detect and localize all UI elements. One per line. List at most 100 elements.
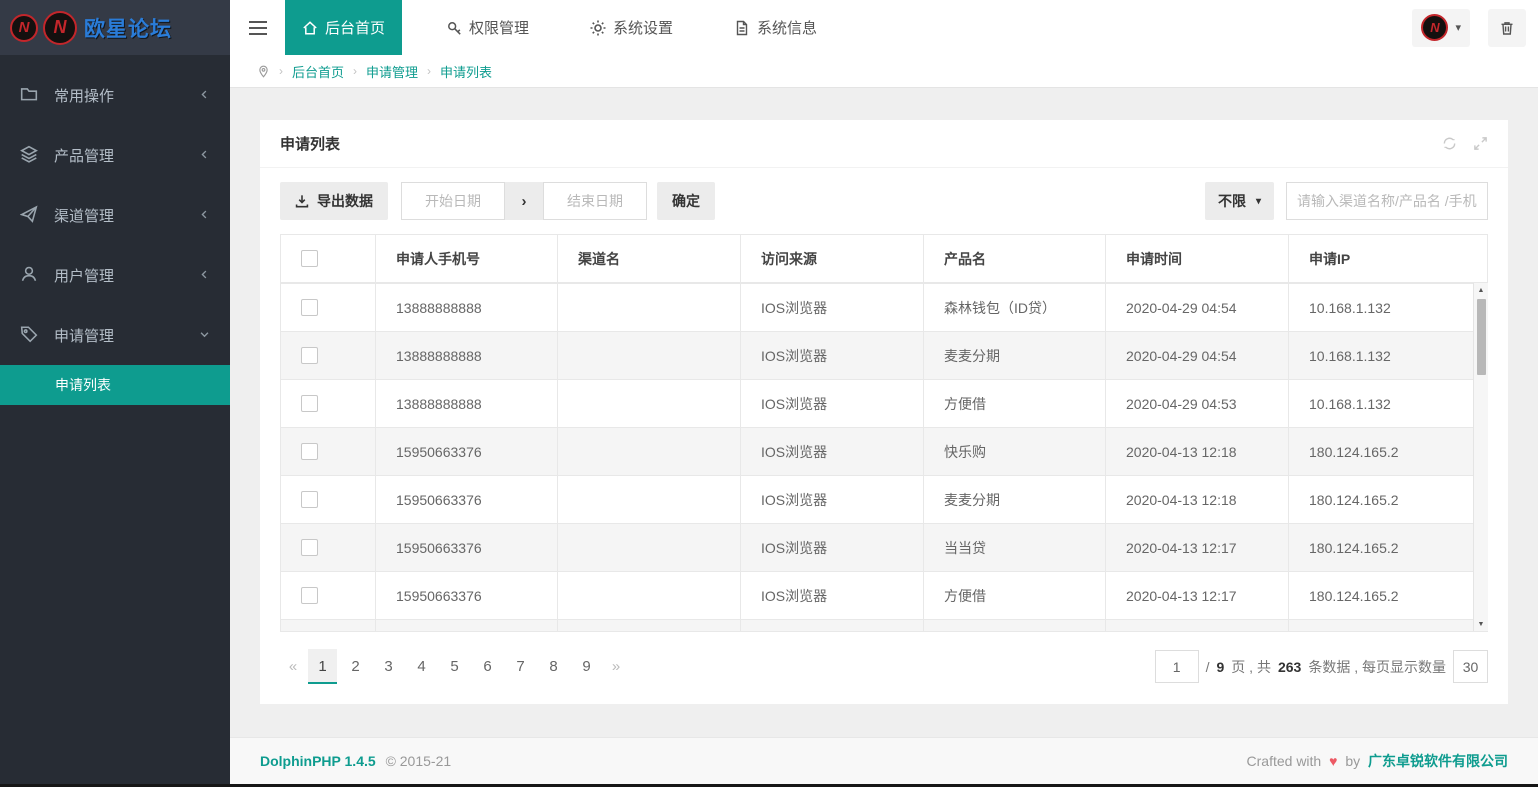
end-date-input[interactable]	[543, 182, 647, 220]
cell-source: IOS浏览器	[741, 476, 924, 524]
hamburger-icon	[249, 21, 267, 35]
cell-product: 方便借	[924, 572, 1106, 620]
sidebar-item-label: 渠道管理	[54, 205, 114, 226]
vertical-scrollbar[interactable]: ▲ ▼	[1473, 283, 1488, 631]
scroll-down-arrow-icon[interactable]: ▼	[1474, 617, 1488, 631]
row-checkbox[interactable]	[301, 443, 318, 460]
sidebar-item-products[interactable]: 产品管理	[0, 125, 230, 185]
pagination-page-button[interactable]: 2	[341, 649, 370, 684]
sidebar-toggle-button[interactable]	[230, 0, 285, 55]
sidebar-item-applications[interactable]: 申请管理	[0, 305, 230, 365]
export-data-button[interactable]: 导出数据	[280, 182, 388, 220]
table-row: 13888888888 IOS浏览器 方便借 2020-04-29 04:53 …	[281, 380, 1488, 428]
column-header-time: 申请时间	[1106, 235, 1289, 283]
footer-company-link[interactable]: 广东卓锐软件有限公司	[1368, 753, 1508, 769]
breadcrumb-separator: ›	[279, 64, 283, 78]
pagination-page-button[interactable]: 3	[374, 649, 403, 684]
refresh-icon[interactable]	[1442, 136, 1457, 151]
download-icon	[295, 194, 309, 208]
app-window: N N 欧星论坛 常用操作 产品管理	[0, 0, 1538, 784]
tab-system-info[interactable]: 系统信息	[717, 0, 834, 55]
panel-tools	[1442, 136, 1488, 151]
cell-ip: 180.124.165.2	[1289, 476, 1488, 524]
search-input[interactable]	[1286, 182, 1488, 220]
tab-system-settings[interactable]: 系统设置	[573, 0, 690, 55]
pagination-page-button[interactable]: 6	[473, 649, 502, 684]
tab-dashboard[interactable]: 后台首页	[285, 0, 402, 55]
footer-brand-link[interactable]: DolphinPHP 1.4.5	[260, 753, 376, 769]
sidebar-item-label: 常用操作	[54, 85, 114, 106]
tab-permissions[interactable]: 权限管理	[429, 0, 546, 55]
pagination-page-button[interactable]: 1	[308, 649, 337, 684]
home-icon	[302, 20, 318, 36]
chevron-down-icon	[199, 327, 210, 344]
pagination-total-pages: 9	[1217, 659, 1225, 675]
breadcrumb-link-home[interactable]: 后台首页	[292, 62, 344, 81]
row-checkbox[interactable]	[301, 299, 318, 316]
gear-icon	[590, 20, 606, 36]
pagination-page-button[interactable]: 5	[440, 649, 469, 684]
sidebar-subitem-application-list[interactable]: 申请列表	[0, 365, 230, 405]
row-checkbox-cell	[281, 524, 376, 572]
sidebar-item-label: 申请管理	[54, 325, 114, 346]
cell-phone: 13888888888	[376, 284, 558, 332]
filter-dropdown-button[interactable]: 不限 ▾	[1205, 182, 1274, 220]
cell-time: 2020-04-29 04:54	[1106, 284, 1289, 332]
heart-icon: ♥	[1329, 753, 1337, 769]
select-all-checkbox[interactable]	[301, 250, 318, 267]
file-icon	[734, 20, 750, 36]
send-icon	[20, 205, 40, 225]
caret-down-icon: ▾	[1256, 196, 1261, 207]
row-checkbox[interactable]	[301, 587, 318, 604]
page-size-input[interactable]	[1453, 650, 1488, 683]
breadcrumb-separator: ›	[427, 64, 431, 78]
fullscreen-icon[interactable]	[1473, 136, 1488, 151]
content-area: 申请列表	[230, 88, 1538, 737]
breadcrumb-link-applications[interactable]: 申请管理	[366, 62, 418, 81]
clear-cache-button[interactable]	[1488, 9, 1526, 47]
start-date-input[interactable]	[401, 182, 505, 220]
panel-toolbar: 导出数据 › 确定 不限 ▾	[260, 168, 1508, 234]
cell-channel	[558, 428, 741, 476]
row-checkbox[interactable]	[301, 491, 318, 508]
row-checkbox[interactable]	[301, 539, 318, 556]
pagination-page-button[interactable]: 7	[506, 649, 535, 684]
row-checkbox[interactable]	[301, 347, 318, 364]
sidebar-item-label: 用户管理	[54, 265, 114, 286]
pagination-next-button[interactable]: »	[603, 658, 629, 675]
sidebar-item-channels[interactable]: 渠道管理	[0, 185, 230, 245]
scrollbar-thumb[interactable]	[1477, 299, 1486, 375]
main-area: 后台首页 权限管理 系统设置	[230, 0, 1538, 784]
footer-crafted-by: by	[1345, 753, 1360, 769]
table-body: 13888888888 IOS浏览器 森林钱包（ID贷） 2020-04-29 …	[280, 283, 1488, 632]
user-menu-button[interactable]: N ▾	[1412, 9, 1470, 47]
cell-channel	[558, 524, 741, 572]
toolbar-right: 不限 ▾	[1205, 182, 1488, 220]
row-checkbox[interactable]	[301, 395, 318, 412]
cell-source: IOS浏览器	[741, 572, 924, 620]
scroll-up-arrow-icon[interactable]: ▲	[1474, 283, 1488, 297]
footer-crafted-text: Crafted with	[1247, 753, 1322, 769]
cell-ip: 180.124.165.2	[1289, 428, 1488, 476]
table-header-row: 申请人手机号 渠道名 访问来源 产品名 申请时间 申请IP	[281, 235, 1488, 283]
cell-phone: 15950663376	[376, 428, 558, 476]
page-number-input[interactable]	[1155, 650, 1199, 683]
sidebar-item-users[interactable]: 用户管理	[0, 245, 230, 305]
breadcrumb-link-application-list[interactable]: 申请列表	[440, 62, 492, 81]
cell-ip: 10.168.1.132	[1289, 380, 1488, 428]
column-header-channel: 渠道名	[558, 235, 741, 283]
pagination-info: / 9 页 , 共 263 条数据 , 每页显示数量	[1155, 650, 1488, 683]
confirm-button[interactable]: 确定	[657, 182, 715, 220]
pagination-page-button[interactable]: 4	[407, 649, 436, 684]
pagination-prev-button[interactable]: «	[280, 658, 306, 675]
pagination-page-button[interactable]: 9	[572, 649, 601, 684]
column-header-phone: 申请人手机号	[376, 235, 558, 283]
cell-time: 2020-04-13 12:17	[1106, 572, 1289, 620]
cell-channel	[558, 284, 741, 332]
brand-logo[interactable]: N N 欧星论坛	[0, 0, 230, 55]
row-checkbox-cell	[281, 620, 376, 633]
topbar-right: N ▾	[1412, 9, 1538, 47]
sidebar-item-common-ops[interactable]: 常用操作	[0, 65, 230, 125]
pagination-page-button[interactable]: 8	[539, 649, 568, 684]
pagination-unit-records: 条数据 , 每页显示数量	[1308, 657, 1446, 677]
